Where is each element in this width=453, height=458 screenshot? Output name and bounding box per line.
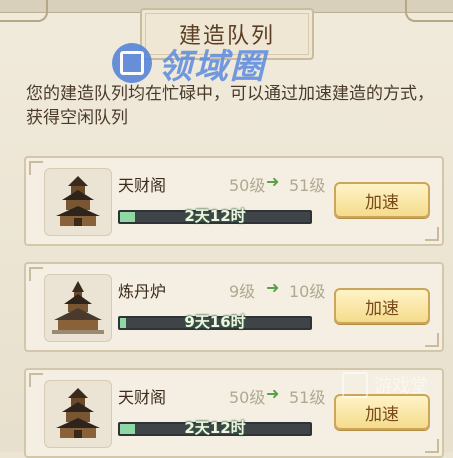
level-arrow-icon: ➜ <box>266 278 280 297</box>
corner-ornament-right <box>405 0 453 22</box>
queue-card: 天财阁 50级 ➜ 51级 2天12时 加速 <box>24 156 444 246</box>
target-level: 51级 <box>289 176 326 195</box>
pavilion-building-icon <box>56 176 100 226</box>
corner-watermark-text: 游戏堂 <box>374 376 428 397</box>
building-thumbnail <box>44 168 112 236</box>
speed-up-button[interactable]: 加速 <box>334 394 430 430</box>
furnace-building-icon <box>52 281 104 334</box>
building-name: 炼丹炉 <box>118 282 167 301</box>
remaining-time: 9天16时 <box>184 313 246 331</box>
queue-description: 您的建造队列均在忙碌中，可以通过加速建造的方式，获得空闲队列 <box>26 84 434 128</box>
current-level: 50级 <box>229 176 266 195</box>
remaining-time: 2天12时 <box>184 419 246 437</box>
corner-ornament-left <box>0 0 48 22</box>
speed-up-button[interactable]: 加速 <box>334 182 430 218</box>
remaining-time: 2天12时 <box>184 207 246 225</box>
building-thumbnail <box>44 274 112 342</box>
corner-watermark-icon <box>342 372 368 398</box>
building-name: 天财阁 <box>118 176 167 195</box>
queue-card: 炼丹炉 9级 ➜ 10级 9天16时 加速 <box>24 262 444 352</box>
building-name: 天财阁 <box>118 388 167 407</box>
building-thumbnail <box>44 380 112 448</box>
corner-watermark: 游戏堂 <box>342 372 428 398</box>
build-queue-panel: 建造队列 领域圈 您的建造队列均在忙碌中，可以通过加速建造的方式，获得空闲队列 … <box>0 0 453 458</box>
level-arrow-icon: ➜ <box>266 172 280 191</box>
level-arrow-icon: ➜ <box>266 384 280 403</box>
watermark-text: 领域圈 <box>158 46 266 87</box>
watermark-logo-icon <box>112 43 152 83</box>
target-level: 10级 <box>289 282 326 301</box>
current-level: 9级 <box>229 282 256 301</box>
watermark: 领域圈 <box>112 38 266 88</box>
target-level: 51级 <box>289 388 326 407</box>
current-level: 50级 <box>229 388 266 407</box>
speed-up-button[interactable]: 加速 <box>334 288 430 324</box>
pavilion-building-icon <box>56 388 100 438</box>
